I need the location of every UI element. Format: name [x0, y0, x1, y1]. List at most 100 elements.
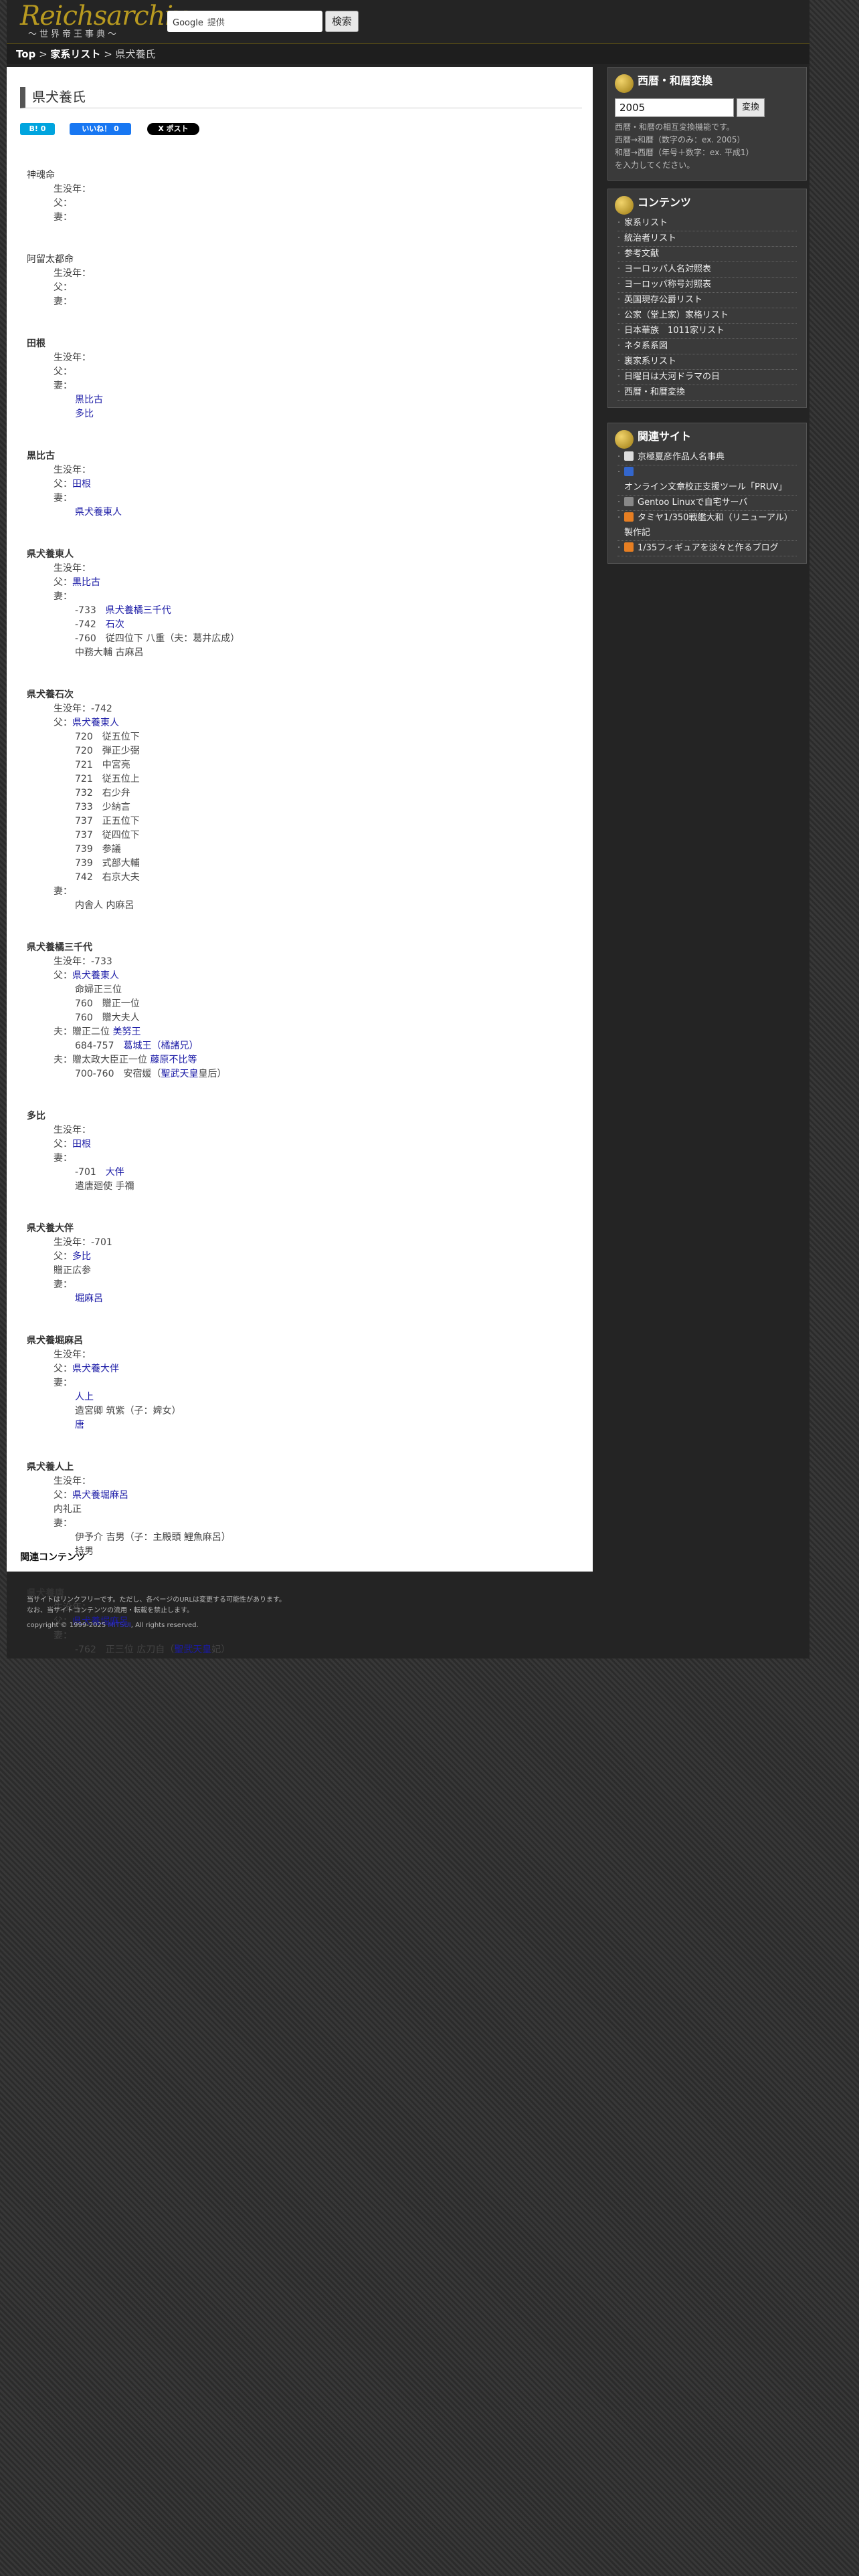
- related-site-item[interactable]: Gentoo Linuxで自宅サーバ: [617, 496, 797, 511]
- person-link[interactable]: 田根: [72, 479, 91, 490]
- field-line: 妻：: [54, 1153, 72, 1164]
- x-post-button[interactable]: X ポスト: [147, 123, 199, 135]
- field-line: 生没年：: [54, 563, 91, 574]
- list-item: 命婦正三位: [75, 984, 122, 995]
- list-item: 742 右京大夫: [75, 872, 140, 883]
- logo-title: Reichsarchiv: [20, 1, 188, 31]
- person-link[interactable]: 大伴: [106, 1167, 124, 1178]
- related-site-item[interactable]: 1/35フィギュアを淡々と作るブログ: [617, 541, 797, 556]
- converter-note: 西暦・和暦の相互変換機能です。 西暦→和暦（数字のみ：ex. 2005） 和暦→西暦…: [615, 122, 754, 170]
- list-item: -762 正三位 広刀自（聖武天皇妃）: [75, 1644, 231, 1655]
- person-link[interactable]: 黒比古: [72, 577, 100, 588]
- related-site-item[interactable]: 京極夏彦作品人名事典: [617, 450, 797, 465]
- person-link[interactable]: 聖武天皇: [161, 1069, 199, 1079]
- list-item: 人上: [27, 1390, 575, 1404]
- genealogy-entry: 県犬養大伴 生没年：-701 父：多比 贈正広参 妻： 堀麻呂: [27, 1222, 575, 1306]
- entry-gap: [27, 520, 575, 548]
- search-input[interactable]: Google 提供: [167, 11, 322, 32]
- entry-name: 阿留太都命: [27, 254, 74, 265]
- related-site-item[interactable]: タミヤ1/350戦艦大和（リニューアル）製作記: [617, 511, 797, 541]
- contents-item[interactable]: 統治者リスト: [617, 231, 797, 247]
- person-link[interactable]: 美努王: [112, 1027, 140, 1037]
- entry-name: 県犬養橘三千代: [27, 942, 92, 953]
- breadcrumb-top[interactable]: Top: [16, 48, 35, 60]
- list-item: -733 県犬養橘三千代: [75, 605, 171, 616]
- facebook-like-button[interactable]: いいね！ 0: [70, 123, 131, 135]
- contents-item[interactable]: 西暦・和暦変換: [617, 385, 797, 401]
- field-line: 父：: [54, 366, 72, 377]
- person-link[interactable]: 県犬養東人: [72, 718, 119, 728]
- field-line: 妻：: [54, 296, 72, 307]
- genealogy-entry: 多比 生没年： 父：田根 妻： -701 大伴 遣唐廻使 手禰: [27, 1109, 575, 1194]
- person-link[interactable]: 堀麻呂: [75, 1293, 103, 1304]
- entry-gap: [27, 1432, 575, 1461]
- person-link[interactable]: 田根: [72, 1139, 91, 1150]
- entry-gap: [27, 309, 575, 337]
- coin-icon: [615, 74, 634, 93]
- breadcrumb: Top > 家系リスト > 県犬養氏: [7, 44, 809, 64]
- owner-link[interactable]: MITSUI: [108, 1622, 130, 1629]
- list-item: -701 大伴: [75, 1167, 124, 1178]
- person-link[interactable]: 黒比古: [75, 395, 103, 405]
- hatena-bookmark-button[interactable]: B! 0: [20, 123, 55, 135]
- person-link[interactable]: 聖武天皇: [174, 1644, 211, 1655]
- genealogy-list: 神魂命 生没年： 父： 妻： 阿留太都命 生没年： 父： 妻： 田根 生没年： 父： 妻： 黒比古 多比黒…: [27, 169, 575, 1657]
- list-item: 遣唐廻使 手禰: [75, 1181, 134, 1192]
- year-input[interactable]: 2005: [615, 98, 734, 117]
- list-item: 内舎人 内麻呂: [75, 900, 134, 911]
- contents-item[interactable]: 公家（堂上家）家格リスト: [617, 308, 797, 324]
- field-line: 父：: [54, 198, 72, 209]
- field-line: 妻：: [54, 1279, 72, 1290]
- person-link[interactable]: 石次: [106, 619, 124, 630]
- list-item: 721 中宮亮: [75, 760, 130, 770]
- contents-item[interactable]: 裏家系リスト: [617, 354, 797, 370]
- person-link[interactable]: 多比: [72, 1251, 91, 1262]
- genealogy-entry: 阿留太都命 生没年： 父： 妻：: [27, 253, 575, 309]
- contents-item[interactable]: 日曜日は大河ドラマの日: [617, 370, 797, 385]
- contents-title: コンテンツ: [608, 189, 806, 216]
- person-link[interactable]: 多比: [75, 409, 94, 419]
- convert-button[interactable]: 変換: [737, 98, 765, 117]
- list-item: 760 贈大夫人: [75, 1012, 140, 1023]
- person-link[interactable]: 人上: [75, 1392, 94, 1402]
- contents-item[interactable]: ネタ系系図: [617, 339, 797, 354]
- person-link[interactable]: 県犬養堀麻呂: [72, 1490, 128, 1501]
- list-item: -760 従四位下 八重（夫：葛井広成）: [75, 633, 240, 644]
- field-line: 内礼正: [54, 1504, 82, 1515]
- contents-item[interactable]: 英国現存公爵リスト: [617, 293, 797, 308]
- field-line: 夫：贈太政大臣正一位 藤原不比等: [54, 1055, 197, 1065]
- google-label: Google: [173, 18, 203, 28]
- person-link[interactable]: 葛城王（橘諸兄）: [124, 1041, 199, 1051]
- contents-item[interactable]: 日本華族 1011家リスト: [617, 324, 797, 339]
- person-link[interactable]: 県犬養大伴: [72, 1364, 119, 1374]
- breadcrumb-list[interactable]: 家系リスト: [50, 48, 100, 60]
- contents-item[interactable]: 家系リスト: [617, 216, 797, 231]
- related-site-item[interactable]: オンライン文章校正支援ツール「PRUV」: [617, 465, 797, 496]
- search-button[interactable]: 検索: [325, 11, 359, 32]
- entry-name: 県犬養大伴: [27, 1223, 74, 1234]
- coin-icon: [615, 196, 634, 215]
- person-link[interactable]: 県犬養東人: [72, 970, 119, 981]
- contents-item[interactable]: 参考文献: [617, 247, 797, 262]
- person-link[interactable]: 県犬養東人: [75, 507, 122, 518]
- list-item: 684-757 葛城王（橘諸兄）: [75, 1041, 199, 1051]
- field-line: 妻：: [54, 591, 72, 602]
- entry-gap: [27, 421, 575, 449]
- coin-icon: [615, 430, 634, 449]
- site-icon: [624, 512, 634, 522]
- person-link[interactable]: 藤原不比等: [150, 1055, 197, 1065]
- contents-item[interactable]: ヨーロッパ人名対照表: [617, 262, 797, 278]
- person-link[interactable]: 唐: [75, 1420, 84, 1430]
- contents-item[interactable]: ヨーロッパ称号対照表: [617, 278, 797, 293]
- site-logo[interactable]: Reichsarchiv 〜世界帝王事典〜: [20, 1, 188, 41]
- genealogy-entry: 県犬養東人 生没年： 父：黒比古 妻： -733 県犬養橘三千代 -742 石次 -760 …: [27, 548, 575, 660]
- entry-name: 多比: [27, 1111, 45, 1121]
- breadcrumb-current: 県犬養氏: [115, 48, 156, 60]
- contents-box: コンテンツ 家系リスト統治者リスト参考文献ヨーロッパ人名対照表ヨーロッパ称号対照…: [607, 189, 807, 408]
- list-item: 伊予介 吉男（子：主殿頭 鯉魚麻呂）: [75, 1532, 231, 1543]
- field-line: 妻：: [54, 886, 72, 897]
- person-link[interactable]: 県犬養橘三千代: [106, 605, 171, 616]
- field-line: 夫：贈正二位 美努王: [54, 1027, 141, 1037]
- list-item: 721 従五位上: [75, 774, 140, 784]
- related-sites-box: 関連サイト 京極夏彦作品人名事典オンライン文章校正支援ツール「PRUV」Gent…: [607, 423, 807, 564]
